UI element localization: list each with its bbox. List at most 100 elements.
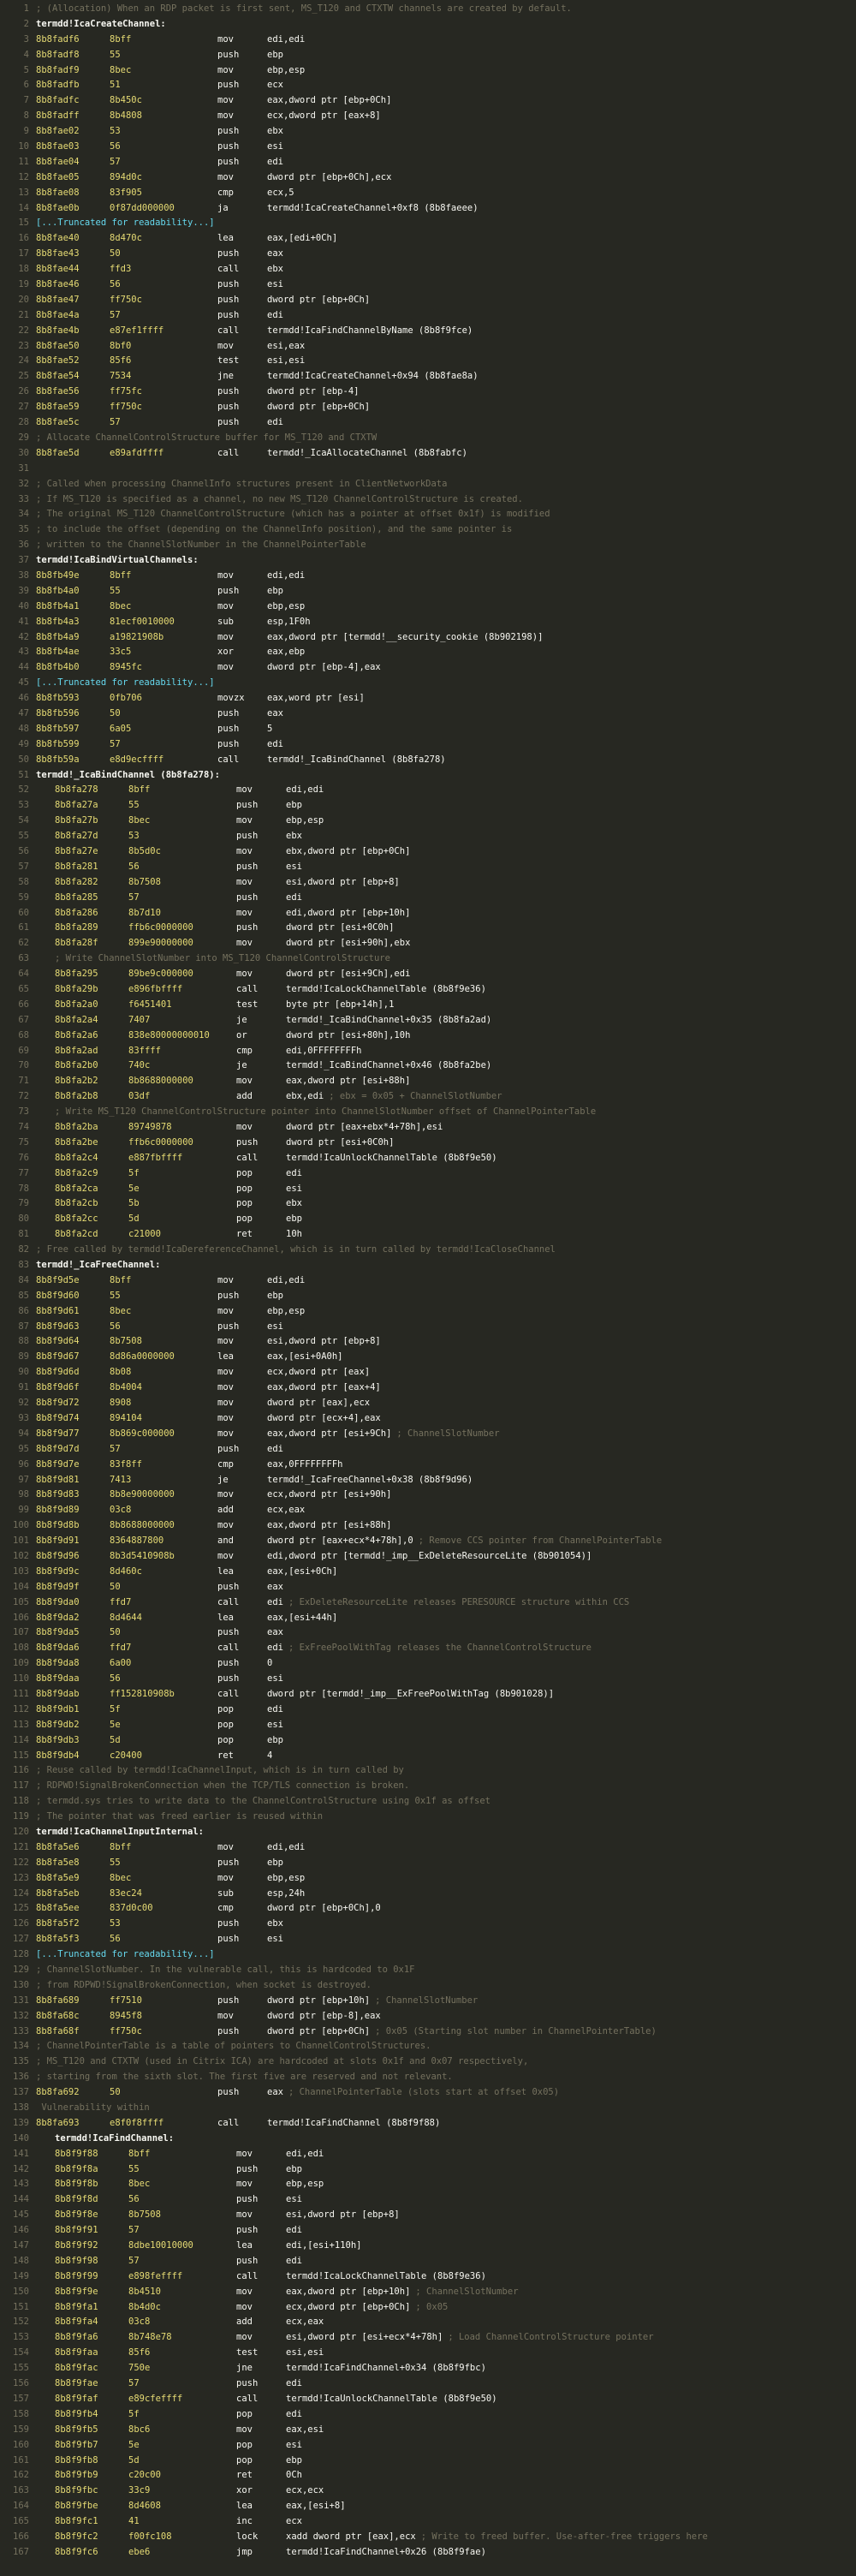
instruction-mnemonic: and <box>217 1535 234 1547</box>
instruction-operands: dword ptr [ebp-4],eax <box>267 662 381 673</box>
instruction-address: 8b8fa5eb <box>36 1887 80 1899</box>
instruction-address: 8b8f9fa4 <box>55 2317 98 2328</box>
line-content: 8b8f9d6d 8b08 mov ecx,dword ptr [eax] <box>36 1365 856 1380</box>
instruction-mnemonic: mov <box>236 784 253 796</box>
line-content: 8b8f9fc1 41 inc ecx <box>36 2514 856 2530</box>
code-line: 70 8b8fa2b0 740c je termdd!_IcaBindChannel+0… <box>0 1058 856 1074</box>
instruction-mnemonic: jne <box>217 371 234 382</box>
instruction-address: 8b8fa68f <box>36 2025 80 2036</box>
function-label: termdd!IcaCreateChannel: <box>36 18 166 29</box>
instruction-mnemonic: or <box>236 1029 247 1041</box>
code-line: 64 8b8fa295 89be9c000000 mov dword ptr [esi+… <box>0 967 856 982</box>
instruction-mnemonic: call <box>217 1596 240 1607</box>
line-content: 8b8fa2ca 5e pop esi <box>36 1182 856 1197</box>
instruction-address: 8b8f9db2 <box>36 1719 80 1730</box>
instruction-bytes: 56 <box>110 141 121 152</box>
instruction-bytes: 85f6 <box>110 355 132 367</box>
instruction-operands: edi <box>267 1443 283 1454</box>
instruction-operands: edi,0FFFFFFFFh <box>286 1045 362 1056</box>
line-content: 8b8fae52 85f6 test esi,esi <box>36 354 856 369</box>
instruction-operands: dword ptr [eax+ecx*4+78h],0 <box>267 1535 413 1547</box>
instruction-operands: termdd!_IcaBindChannel+0x35 (8b8fa2ad) <box>286 1014 492 1025</box>
instruction-address: 8b8fae02 <box>36 126 80 137</box>
instruction-bytes: 81ecf0010000 <box>110 616 175 627</box>
instruction-address: 8b8fa278 <box>55 784 98 796</box>
instruction-operands: dword ptr [esi+0C0h] <box>286 1136 395 1148</box>
line-number: 159 <box>13 2424 29 2435</box>
instruction-operands: esi,esi <box>286 2347 324 2358</box>
line-number: 99 <box>18 1505 29 1516</box>
line-content: 8b8fae46 56 push esi <box>36 277 856 293</box>
instruction-mnemonic: mov <box>217 340 234 351</box>
instruction-bytes: 8dbe10010000 <box>128 2240 193 2251</box>
instruction-address: 8b8f9f88 <box>55 2148 98 2159</box>
instruction-bytes: 50 <box>110 1627 121 1638</box>
instruction-address: 8b8f9d7d <box>36 1443 80 1454</box>
instruction-operands: ebp,esp <box>286 815 324 826</box>
instruction-address: 8b8f9f8a <box>55 2163 98 2174</box>
instruction-address: 8b8fa27a <box>55 800 98 811</box>
instruction-address: 8b8f9f99 <box>55 2270 98 2281</box>
instruction-mnemonic: mov <box>217 1367 234 1378</box>
line-number: 47 <box>18 707 29 719</box>
instruction-mnemonic: push <box>217 1290 240 1301</box>
code-line: 16 8b8fae40 8d470c lea eax,[edi+0Ch] <box>0 231 856 247</box>
line-content: ; Free called by termdd!IcaDereferenceCh… <box>36 1243 856 1258</box>
line-number: 94 <box>18 1428 29 1439</box>
instruction-bytes: 57 <box>128 2255 140 2266</box>
line-number: 40 <box>18 600 29 611</box>
instruction-bytes: 8bff <box>110 569 132 581</box>
instruction-bytes: 56 <box>110 1673 121 1685</box>
line-number: 18 <box>18 264 29 275</box>
instruction-operands: ecx,dword ptr [esi+90h] <box>267 1489 392 1500</box>
line-content: 8b8fae5d e89afdffff call termdd!_IcaAllocat… <box>36 446 856 462</box>
line-content: 8b8fb4a9 a19821908b mov eax,dword ptr [term… <box>36 630 856 646</box>
line-content: 8b8f9da8 6a00 push 0 <box>36 1656 856 1672</box>
instruction-address: 8b8fae4a <box>36 309 80 320</box>
line-content: [...Truncated for readability...] <box>36 676 856 691</box>
instruction-bytes: 8908 <box>110 1398 132 1409</box>
line-number: 161 <box>13 2454 29 2466</box>
code-line: 106 8b8f9da2 8d4644 lea eax,[esi+44h] <box>0 1611 856 1626</box>
instruction-address: 8b8f9fb8 <box>55 2454 98 2466</box>
code-line: 68 8b8fa2a6 838e80000000010 or dword ptr [es… <box>0 1029 856 1044</box>
code-line: 140 termdd!IcaFindChannel: <box>0 2132 856 2147</box>
code-line: 120 termdd!IcaChannelInputInternal: <box>0 1825 856 1840</box>
instruction-address: 8b8fae52 <box>36 355 80 367</box>
line-content: 8b8f9fb5 8bc6 mov eax,esi <box>36 2423 856 2438</box>
instruction-mnemonic: mov <box>236 2209 253 2221</box>
line-content: 8b8fa2ba 89749878 mov dword ptr [eax+ebx*4+… <box>36 1120 856 1136</box>
code-line: 72 8b8fa2b8 03df add ebx,edi ; ebx = 0x05 + C… <box>0 1089 856 1105</box>
line-content: termdd!_IcaBindChannel (8b8fa278): <box>36 768 856 784</box>
line-number: 73 <box>18 1106 29 1118</box>
instruction-bytes: 53 <box>110 1918 121 1929</box>
instruction-operands: eax,dword ptr [ebp+10h] <box>286 2286 411 2297</box>
instruction-bytes: 5f <box>110 1703 121 1714</box>
comment-text: ; Reuse called by termdd!IcaChannelInput… <box>36 1765 404 1776</box>
code-line: 56 8b8fa27e 8b5d0c mov ebx,dword ptr [ebp+0C… <box>0 844 856 860</box>
instruction-mnemonic: mov <box>236 815 253 826</box>
code-line: 76 8b8fa2c4 e887fbffff call termdd!IcaUnlock… <box>0 1151 856 1166</box>
line-content: 8b8fae4b e87ef1ffff call termdd!IcaFindChan… <box>36 324 856 339</box>
code-line: 134 ; ChannelPointerTable is a table of p… <box>0 2039 856 2054</box>
instruction-operands: edi <box>286 1167 302 1178</box>
line-number: 120 <box>13 1826 29 1837</box>
code-line: 45 [...Truncated for readability...] <box>0 676 856 691</box>
instruction-mnemonic: mov <box>217 110 234 122</box>
code-line: 41 8b8fb4a3 81ecf0010000 sub esp,1F0h <box>0 615 856 630</box>
line-number: 131 <box>13 1995 29 2006</box>
instruction-operands: eax,[esi+44h] <box>267 1612 338 1623</box>
instruction-operands: 0Ch <box>286 2470 302 2481</box>
line-number: 50 <box>18 754 29 765</box>
code-line: 35 ; to include the offset (depending on … <box>0 522 856 538</box>
line-content: 8b8fb4a3 81ecf0010000 sub esp,1F0h <box>36 615 856 630</box>
line-number: 106 <box>13 1612 29 1623</box>
instruction-bytes: 8b450c <box>110 95 142 106</box>
code-line: 138 Vulnerability within <box>0 2101 856 2116</box>
code-line: 160 8b8f9fb7 5e pop esi <box>0 2438 856 2454</box>
instruction-operands: termdd!_IcaBindChannel+0x46 (8b8fa2be) <box>286 1060 492 1071</box>
instruction-operands: eax <box>267 1627 283 1638</box>
instruction-operands: ebp,esp <box>267 1305 306 1316</box>
instruction-operands: dword ptr [ebp+10h] <box>267 1995 371 2006</box>
inline-comment: ; 0x05 (Starting slot number in ChannelP… <box>375 2025 657 2036</box>
